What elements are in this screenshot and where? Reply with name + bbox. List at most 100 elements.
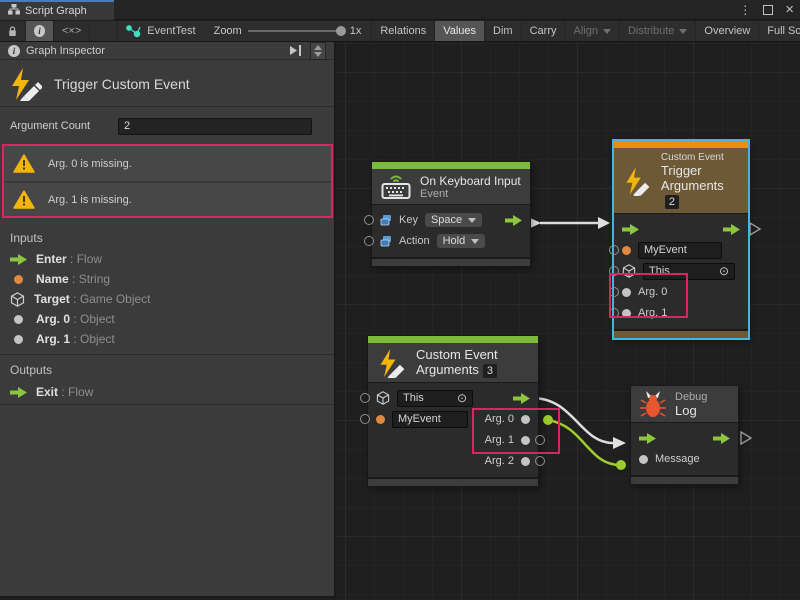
node-category: Debug bbox=[675, 391, 707, 403]
node-footer bbox=[631, 475, 738, 484]
port-row-arg1: Arg. 1 : Object bbox=[0, 329, 334, 349]
target-field[interactable]: This⊙ bbox=[397, 390, 473, 407]
value-input-port[interactable] bbox=[639, 455, 648, 464]
zoom-control: Zoom 1x bbox=[204, 21, 372, 41]
node-color-bar bbox=[614, 141, 748, 148]
flow-output-icon[interactable] bbox=[513, 393, 530, 404]
info-icon: i bbox=[8, 45, 20, 57]
flow-continue-triangle[interactable] bbox=[748, 221, 762, 237]
dim-button[interactable]: Dim bbox=[485, 21, 522, 41]
flow-input-icon[interactable] bbox=[639, 433, 656, 444]
node-title: Trigger bbox=[661, 163, 739, 178]
graph-tree-icon bbox=[8, 4, 20, 18]
argument-count-input[interactable]: 2 bbox=[118, 118, 312, 135]
target-row: This⊙ bbox=[376, 388, 530, 408]
code-preview-button[interactable]: <×> bbox=[54, 21, 90, 41]
dock-panel-icon[interactable] bbox=[289, 44, 302, 57]
inspector-header: i Graph Inspector bbox=[0, 42, 334, 60]
node-header[interactable]: Custom Event Trigger Arguments2 bbox=[614, 148, 748, 213]
node-arguments-line: Arguments3 bbox=[416, 362, 498, 378]
value-output-port-outer[interactable] bbox=[535, 456, 545, 466]
window-close-icon[interactable]: × bbox=[785, 1, 794, 19]
align-button[interactable]: Align bbox=[565, 21, 619, 41]
target-picker-icon[interactable]: ⊙ bbox=[457, 390, 467, 406]
zoom-label: Zoom bbox=[214, 25, 242, 37]
relations-button[interactable]: Relations bbox=[371, 21, 435, 41]
carry-button[interactable]: Carry bbox=[522, 21, 566, 41]
message-row: Message bbox=[639, 449, 730, 469]
action-dropdown[interactable]: Hold bbox=[437, 234, 486, 248]
overview-button[interactable]: Overview bbox=[696, 21, 759, 41]
argument-count-row: Argument Count 2 bbox=[0, 112, 334, 140]
warning-text: Arg. 1 is missing. bbox=[48, 194, 132, 206]
info-button[interactable]: i bbox=[26, 21, 54, 41]
node-on-keyboard-input[interactable]: On Keyboard Input Event Key Space Action… bbox=[372, 162, 530, 266]
window-titlebar: Script Graph ⋮ × bbox=[0, 0, 800, 20]
outputs-section-label: Outputs bbox=[10, 363, 52, 377]
zoom-slider-handle[interactable] bbox=[336, 26, 346, 36]
value-input-port[interactable] bbox=[360, 414, 370, 424]
value-output-port[interactable] bbox=[521, 457, 530, 466]
event-name-field[interactable]: MyEvent bbox=[638, 242, 722, 259]
object-port-icon bbox=[14, 315, 23, 324]
node-header[interactable]: Debug Log bbox=[631, 386, 738, 422]
argument-count-label: Argument Count bbox=[0, 120, 118, 132]
node-color-bar bbox=[368, 336, 538, 343]
values-button[interactable]: Values bbox=[435, 21, 485, 41]
node-title: Log bbox=[675, 403, 707, 418]
warning-row: Arg. 0 is missing. bbox=[4, 146, 331, 181]
stepper-down-icon[interactable] bbox=[314, 52, 322, 57]
cube-icon bbox=[10, 292, 25, 307]
port-row-arg0: Arg. 0 : Object bbox=[0, 309, 334, 329]
inspector-header-title: Graph Inspector bbox=[26, 45, 105, 57]
window-menu-icon[interactable]: ⋮ bbox=[739, 1, 751, 19]
action-row: Action Hold bbox=[380, 231, 522, 251]
arg2-label: Arg. 2 bbox=[485, 455, 514, 467]
graph-canvas[interactable]: On Keyboard Input Event Key Space Action… bbox=[336, 42, 800, 600]
graph-inspector-panel: i Graph Inspector Trigger Custom Event A… bbox=[0, 42, 336, 598]
graph-name-button[interactable]: EventTest bbox=[118, 21, 203, 41]
value-input-port[interactable] bbox=[364, 215, 374, 225]
flow-continue-triangle[interactable] bbox=[739, 430, 753, 446]
port-row-target: Target : Game Object bbox=[0, 289, 334, 309]
connected-port-dot[interactable] bbox=[616, 460, 626, 470]
inline-value-icon bbox=[380, 235, 392, 247]
graph-nodes-icon bbox=[126, 25, 141, 38]
stepper-up-icon[interactable] bbox=[314, 45, 322, 50]
flow-output-icon[interactable] bbox=[505, 215, 522, 226]
message-label: Message bbox=[655, 453, 700, 465]
distribute-button[interactable]: Distribute bbox=[620, 21, 696, 41]
node-title: On Keyboard Input bbox=[420, 174, 521, 188]
full-screen-button[interactable]: Full Screen bbox=[759, 21, 800, 41]
flow-input-icon[interactable] bbox=[622, 224, 639, 235]
node-header[interactable]: Custom Event Arguments3 bbox=[368, 343, 538, 382]
node-category: Custom Event bbox=[661, 152, 739, 163]
window-maximize-icon[interactable] bbox=[763, 5, 773, 15]
node-title: Custom Event bbox=[416, 347, 498, 362]
value-input-port[interactable] bbox=[360, 393, 370, 403]
scroll-stepper[interactable] bbox=[310, 42, 326, 60]
flow-output-icon[interactable] bbox=[723, 224, 740, 235]
code-icon: <×> bbox=[62, 25, 81, 37]
key-dropdown[interactable]: Space bbox=[425, 213, 482, 227]
event-name-field[interactable]: MyEvent bbox=[392, 411, 468, 428]
zoom-slider[interactable] bbox=[248, 30, 344, 32]
flow-output-icon[interactable] bbox=[713, 433, 730, 444]
lock-button[interactable] bbox=[0, 21, 26, 41]
value-input-port[interactable] bbox=[609, 245, 619, 255]
action-label: Action bbox=[399, 235, 430, 247]
chevron-down-icon bbox=[603, 29, 611, 34]
value-input-port[interactable] bbox=[364, 236, 374, 246]
tab-title: Script Graph bbox=[25, 5, 87, 17]
target-picker-icon[interactable]: ⊙ bbox=[719, 263, 729, 279]
listener-args-highlight-box bbox=[472, 408, 560, 454]
node-header[interactable]: On Keyboard Input Event bbox=[372, 169, 530, 204]
node-debug-log[interactable]: Debug Log Message bbox=[631, 386, 738, 484]
chevron-down-icon bbox=[679, 29, 687, 34]
flow-row bbox=[639, 428, 730, 448]
object-port-icon bbox=[14, 335, 23, 344]
tab-script-graph[interactable]: Script Graph bbox=[0, 0, 114, 20]
flow-arrow-icon bbox=[10, 254, 27, 265]
arguments-count-badge: 3 bbox=[483, 364, 497, 378]
port-row-exit: Exit : Flow bbox=[0, 382, 334, 402]
